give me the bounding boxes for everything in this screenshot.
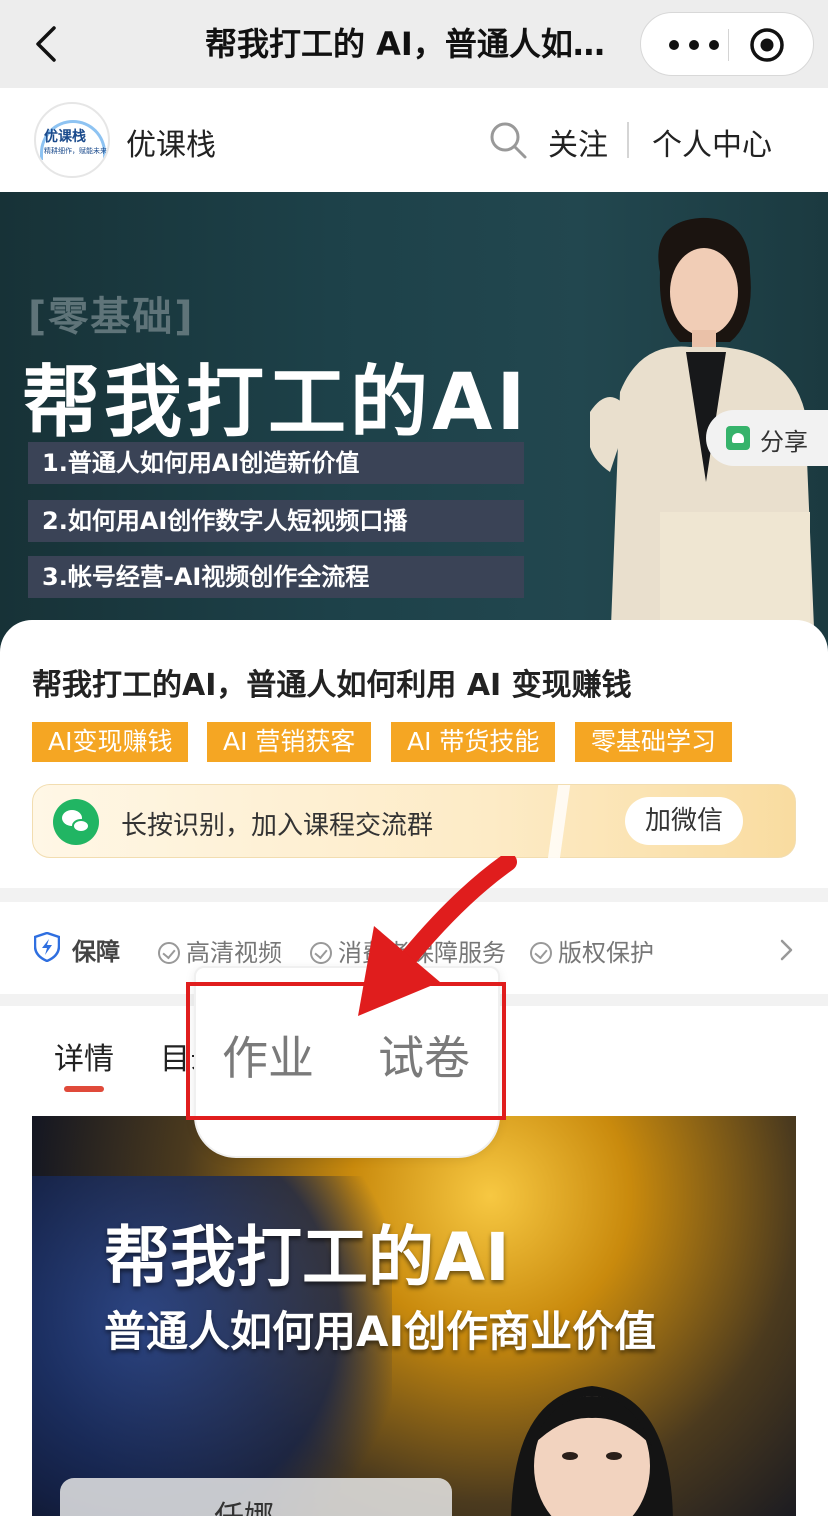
more-dots-icon[interactable]	[665, 33, 723, 57]
wechat-group-banner[interactable]: 长按识别，加入课程交流群 加微信	[32, 784, 796, 859]
share-button[interactable]: 分享	[706, 410, 828, 466]
check-circle-icon	[530, 942, 552, 964]
course-title: 帮我打工的AI，普通人如何利用 AI 变现赚钱	[32, 668, 632, 703]
follow-button[interactable]: 关注	[548, 120, 608, 164]
shop-header: 优课栈 精耕细作，赋能未来 优课栈 关注 个人中心	[0, 88, 828, 192]
target-circle-icon[interactable]	[749, 27, 785, 63]
banner-point-1: 1.普通人如何用AI创造新价值	[28, 442, 524, 484]
top-nav-bar: 帮我打工的 AI，普通人如何利用 AI 变现赚钱	[0, 0, 828, 88]
red-arrow-annotation	[358, 856, 517, 1016]
banner-point-2: 2.如何用AI创作数字人短视频口播	[28, 500, 524, 542]
banner-title: 帮我打工的AI	[22, 358, 530, 448]
course-tag: AI 带货技能	[391, 722, 556, 762]
presenter-name-plate: 任娜	[60, 1478, 452, 1516]
guarantee-item: 高清视频	[158, 933, 282, 968]
presenter-portrait	[511, 1386, 673, 1516]
banner-point-3: 3.帐号经营-AI视频创作全流程	[28, 556, 524, 598]
share-icon	[726, 426, 750, 450]
logo-slogan: 精耕细作，赋能未来	[44, 147, 107, 155]
tab-detail[interactable]: 详情	[54, 1034, 114, 1078]
tab-active-indicator	[64, 1086, 104, 1092]
presenter-name: 任娜	[214, 1492, 274, 1516]
course-tag: 零基础学习	[575, 722, 733, 762]
course-tag: AI 营销获客	[207, 722, 372, 762]
wechat-group-text: 长按识别，加入课程交流群	[121, 811, 434, 841]
shop-logo[interactable]: 优课栈 精耕细作，赋能未来	[34, 102, 110, 178]
share-label: 分享	[760, 428, 808, 456]
banner-tag: [零基础]	[28, 294, 195, 340]
course-info-card: 帮我打工的AI，普通人如何利用 AI 变现赚钱 AI变现赚钱 AI 营销获客 A…	[0, 620, 828, 888]
add-wechat-button[interactable]: 加微信	[625, 797, 743, 845]
banner-divider	[547, 785, 571, 859]
wechat-icon	[53, 799, 99, 845]
logo-text: 优课栈	[44, 129, 86, 145]
course-tag: AI变现赚钱	[32, 722, 189, 762]
nav-title: 帮我打工的 AI，普通人如何利用 AI 变现赚钱	[205, 25, 630, 63]
user-center-button[interactable]: 个人中心	[652, 120, 772, 164]
guarantee-title: 保障	[72, 938, 120, 966]
check-circle-icon	[310, 942, 332, 964]
capsule-divider	[728, 29, 729, 61]
chevron-right-icon[interactable]	[776, 938, 796, 962]
mini-program-capsule	[640, 12, 814, 76]
chevron-left-icon[interactable]	[28, 22, 68, 66]
poster-subtitle: 普通人如何用AI创作商业价值	[104, 1307, 657, 1356]
page: 帮我打工的 AI，普通人如何利用 AI 变现赚钱 优课栈 精耕细作，赋能未来 优…	[0, 0, 828, 1516]
course-banner: [零基础] 帮我打工的AI 1.普通人如何用AI创造新价值 2.如何用AI创作数…	[0, 192, 828, 652]
shop-name[interactable]: 优课栈	[126, 120, 216, 164]
check-circle-icon	[158, 942, 180, 964]
shield-lightning-icon	[34, 932, 60, 962]
guarantee-item: 版权保护	[530, 933, 654, 968]
search-icon[interactable]	[488, 120, 528, 160]
detail-poster-image: 帮我打工的AI 普通人如何用AI创作商业价值 任娜	[32, 1116, 796, 1516]
header-divider	[627, 122, 629, 158]
poster-title: 帮我打工的AI	[104, 1219, 510, 1296]
